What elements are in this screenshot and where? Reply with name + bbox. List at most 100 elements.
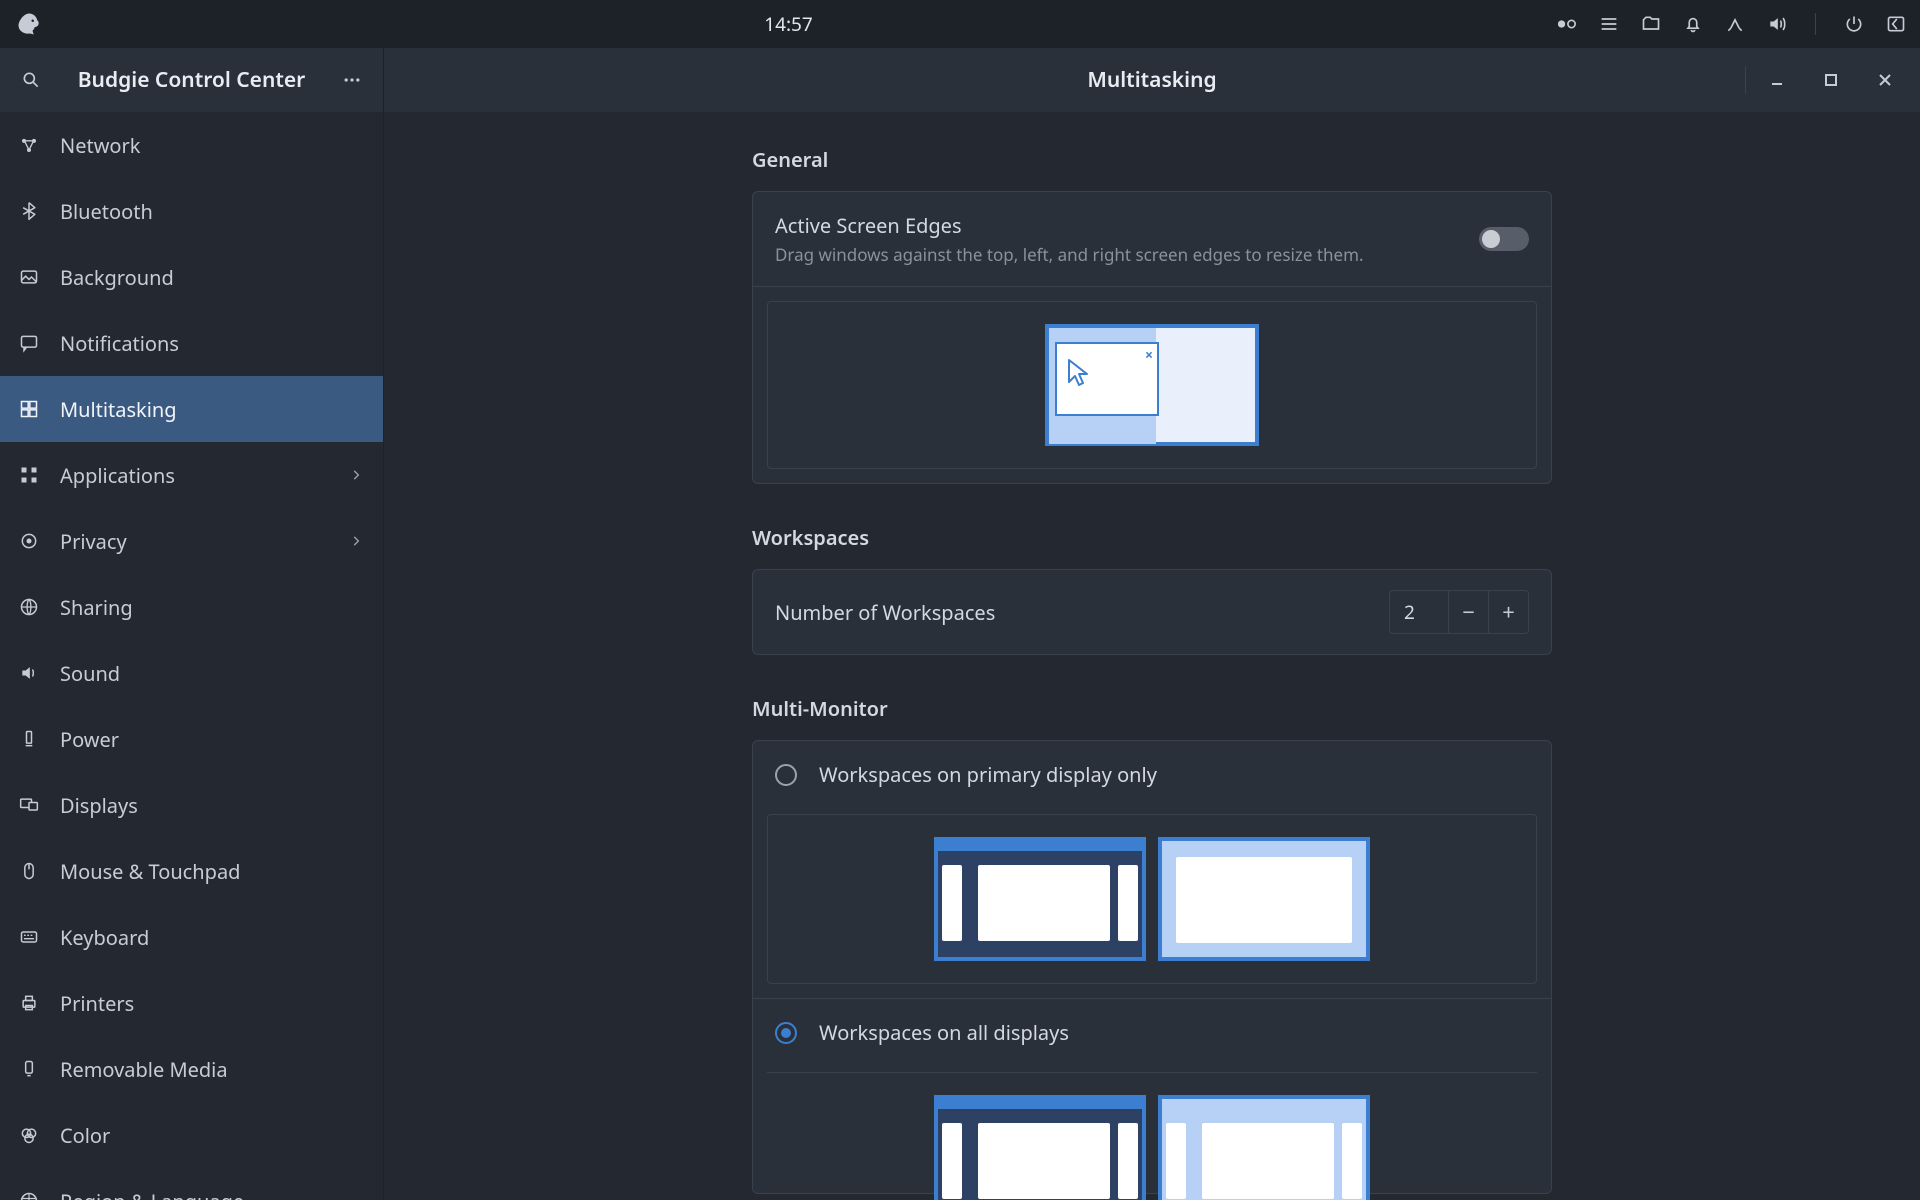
displays-icon (18, 795, 40, 815)
sidebar-item-region-language[interactable]: Region & Language (0, 1168, 383, 1200)
top-panel: 14:57 (0, 0, 1920, 48)
sidebar-item-bluetooth[interactable]: Bluetooth (0, 178, 383, 244)
bluetooth-icon (18, 201, 40, 221)
sidebar: Network Bluetooth Background Notifications M… (0, 112, 384, 1200)
workspaces-count[interactable]: 2 (1390, 599, 1448, 625)
active-edges-title: Active Screen Edges (775, 212, 1479, 239)
workspace-indicator-icon[interactable] (1557, 14, 1577, 34)
titlebar-left: Budgie Control Center (0, 48, 384, 112)
sharing-icon (18, 597, 40, 617)
sidebar-item-notifications[interactable]: Notifications (0, 310, 383, 376)
sidebar-item-label: Notifications (60, 330, 179, 357)
workspaces-spinner: 2 − + (1389, 590, 1529, 634)
titlebar: Budgie Control Center Multitasking (0, 48, 1920, 112)
budgie-logo-icon[interactable] (14, 9, 44, 39)
chevron-right-icon (349, 468, 363, 482)
sidebar-item-label: Sound (60, 660, 120, 687)
sidebar-item-label: Applications (60, 462, 175, 489)
radio-primary-only-label: Workspaces on primary display only (819, 761, 1157, 788)
primary-only-illustration-row (753, 800, 1551, 998)
network-icon (18, 135, 40, 155)
sidebar-item-label: Displays (60, 792, 138, 819)
power-tray-icon[interactable] (1844, 14, 1864, 34)
removable-icon (18, 1059, 40, 1079)
mouse-icon (18, 861, 40, 881)
sidebar-item-applications[interactable]: Applications (0, 442, 383, 508)
panel-general: Active Screen Edges Drag windows against… (752, 191, 1552, 484)
sidebar-item-background[interactable]: Background (0, 244, 383, 310)
sidebar-item-label: Keyboard (60, 924, 149, 951)
sidebar-item-color[interactable]: Color (0, 1102, 383, 1168)
cursor-icon (1067, 358, 1093, 388)
volume-tray-icon[interactable] (1767, 14, 1787, 34)
notifications-bell-icon[interactable] (1683, 14, 1703, 34)
sidebar-item-label: Printers (60, 990, 134, 1017)
color-icon (18, 1125, 40, 1145)
section-title-workspaces: Workspaces (752, 524, 1552, 551)
all-displays-illustration-row (753, 1058, 1551, 1193)
app-title: Budgie Control Center (62, 66, 321, 94)
illustration-close-icon: × (1145, 346, 1153, 365)
active-edges-illustration-row: × (753, 287, 1551, 483)
sidebar-item-label: Bluetooth (60, 198, 153, 225)
sidebar-item-power[interactable]: Power (0, 706, 383, 772)
sidebar-item-removable-media[interactable]: Removable Media (0, 1036, 383, 1102)
page-title: Multitasking (1087, 66, 1216, 94)
sidebar-item-sound[interactable]: Sound (0, 640, 383, 706)
settings-window: Budgie Control Center Multitasking (0, 48, 1920, 1200)
all-displays-illustration (767, 1072, 1537, 1179)
applications-icon (18, 465, 40, 485)
active-edges-subtitle: Drag windows against the top, left, and … (775, 243, 1479, 266)
sidebar-item-privacy[interactable]: Privacy (0, 508, 383, 574)
maximize-button[interactable] (1804, 48, 1858, 112)
sidebar-item-keyboard[interactable]: Keyboard (0, 904, 383, 970)
workspaces-decrement-button[interactable]: − (1448, 591, 1488, 633)
panel-workspaces: Number of Workspaces 2 − + (752, 569, 1552, 655)
sidebar-item-label: Mouse & Touchpad (60, 858, 240, 885)
power-icon (18, 729, 40, 749)
titlebar-right: Multitasking (384, 48, 1920, 112)
printers-icon (18, 993, 40, 1013)
network-tray-icon[interactable] (1725, 14, 1745, 34)
sidebar-item-label: Region & Language (60, 1188, 244, 1200)
active-edges-illustration: × (767, 301, 1537, 469)
sidebar-toggle-tray-icon[interactable] (1886, 14, 1906, 34)
privacy-icon (18, 531, 40, 551)
menu-icon[interactable] (1599, 14, 1619, 34)
sidebar-item-label: Sharing (60, 594, 133, 621)
sidebar-item-network[interactable]: Network (0, 112, 383, 178)
notifications-icon (18, 333, 40, 353)
sidebar-item-sharing[interactable]: Sharing (0, 574, 383, 640)
minimize-button[interactable] (1750, 48, 1804, 112)
divider (1745, 66, 1746, 94)
content-area: General Active Screen Edges Drag windows… (384, 112, 1920, 1200)
files-icon[interactable] (1641, 14, 1661, 34)
search-icon[interactable] (18, 67, 44, 93)
sidebar-item-displays[interactable]: Displays (0, 772, 383, 838)
sidebar-item-label: Color (60, 1122, 110, 1149)
sidebar-item-multitasking[interactable]: Multitasking (0, 376, 383, 442)
sound-icon (18, 663, 40, 683)
row-number-of-workspaces: Number of Workspaces 2 − + (753, 570, 1551, 654)
radio-primary-only[interactable]: Workspaces on primary display only (753, 741, 1551, 800)
tray-separator (1815, 13, 1816, 35)
radio-all-displays[interactable]: Workspaces on all displays (753, 998, 1551, 1058)
background-icon (18, 267, 40, 287)
keyboard-icon (18, 927, 40, 947)
section-title-multimonitor: Multi-Monitor (752, 695, 1552, 722)
sidebar-item-mouse-touchpad[interactable]: Mouse & Touchpad (0, 838, 383, 904)
panel-multimonitor: Workspaces on primary display only (752, 740, 1552, 1194)
radio-all-displays-indicator (775, 1022, 797, 1044)
clock: 14:57 (764, 11, 813, 37)
radio-primary-only-indicator (775, 764, 797, 786)
system-tray (1557, 13, 1906, 35)
close-button[interactable] (1858, 48, 1912, 112)
window-body: Network Bluetooth Background Notifications M… (0, 112, 1920, 1200)
window-controls (1741, 48, 1912, 112)
active-edges-toggle[interactable] (1479, 227, 1529, 251)
workspaces-label: Number of Workspaces (775, 599, 1389, 626)
kebab-menu-icon[interactable] (339, 67, 365, 93)
workspaces-increment-button[interactable]: + (1488, 591, 1528, 633)
chevron-right-icon (349, 534, 363, 548)
sidebar-item-printers[interactable]: Printers (0, 970, 383, 1036)
